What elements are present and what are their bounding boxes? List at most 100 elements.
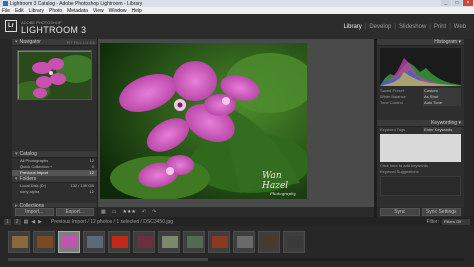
keywording-title: Keywording [430, 120, 458, 126]
filmstrip-thumbnail[interactable] [133, 231, 155, 253]
menu-view[interactable]: View [93, 8, 104, 14]
filmstrip-thumbnail[interactable] [233, 231, 255, 253]
thumbnail-image [287, 236, 303, 248]
library-toolbar: ▦ ▭ ★★★ ↶ ↷ [98, 207, 374, 217]
menu-edit[interactable]: Edit [15, 8, 24, 14]
module-web[interactable]: Web [454, 24, 466, 30]
left-panel: ▾ Navigator FIT FILL 1:1 3:1 ▾ Catalog All… [12, 39, 97, 217]
menu-help[interactable]: Help [131, 8, 141, 14]
left-panel-edge[interactable] [0, 39, 12, 217]
lightroom-logo: Lr [5, 20, 17, 32]
keyword-tags-label: Keyword Tags [380, 127, 406, 132]
thumbnail-image [87, 236, 103, 248]
histogram-title: Histogram [434, 39, 458, 45]
grid-view-icon[interactable]: ▦ [24, 219, 29, 225]
filmstrip-thumbnail[interactable] [258, 231, 280, 253]
import-button[interactable]: Import... [15, 208, 54, 216]
module-separator: | [394, 24, 396, 30]
navigator-thumbnail [18, 51, 91, 99]
navigator-preview[interactable] [17, 50, 92, 100]
watermark-subtitle: Photography [270, 191, 296, 196]
brand-title: LIGHTROOM 3 [21, 25, 87, 35]
minimize-button[interactable]: _ [441, 0, 451, 6]
filmstrip-thumbnail[interactable] [183, 231, 205, 253]
lightroom-app-icon [3, 1, 8, 6]
thumbnail-image [62, 236, 78, 248]
menu-photo[interactable]: Photo [49, 8, 62, 14]
keyword-entry-area[interactable] [380, 134, 461, 162]
module-separator: | [429, 24, 431, 30]
window-title: Lightroom 3 Catalog - Adobe Photoshop Li… [10, 0, 143, 7]
menu-file[interactable]: File [2, 8, 10, 14]
menu-library[interactable]: Library [29, 8, 44, 14]
thumbnail-image [37, 236, 53, 248]
folders-header[interactable]: ▾ Folders [12, 176, 97, 183]
histogram-header[interactable]: Histogram ▾ [377, 39, 464, 46]
collapse-triangle-icon: ▾ [458, 120, 461, 126]
keyword-suggestions-box[interactable] [380, 176, 461, 196]
histogram-graph [380, 48, 461, 86]
catalog-header[interactable]: ▾ Catalog [12, 151, 97, 158]
left-panel-spacer [12, 104, 97, 151]
filmstrip-scrollbar[interactable] [8, 258, 464, 261]
filmstrip-thumbnail[interactable] [83, 231, 105, 253]
page-1-button[interactable]: 1 [4, 218, 11, 225]
keyword-tags-select[interactable]: Enter Keywords [423, 127, 461, 133]
filter-label: Filter: [426, 218, 440, 225]
module-separator: | [364, 24, 367, 30]
thumbnail-image [137, 236, 153, 248]
sync-button[interactable]: Sync [380, 208, 420, 216]
filmstrip-thumbnail[interactable] [33, 231, 55, 253]
folder-row-label: sony alpha [20, 189, 40, 194]
module-develop[interactable]: Develop [369, 24, 391, 30]
module-separator: | [449, 24, 451, 30]
filmstrip-thumbnail[interactable] [58, 231, 80, 253]
source-path[interactable]: Previous Import / 12 photos / 1 selected… [51, 219, 173, 225]
filter-select[interactable]: Filters Off [442, 218, 470, 225]
left-panel-spacer [12, 195, 97, 203]
histogram-row-value[interactable]: Auto Tone [423, 100, 461, 106]
filmstrip-thumbnail[interactable] [158, 231, 180, 253]
thumbnail-image [262, 236, 278, 248]
maximize-button[interactable]: □ [452, 0, 462, 6]
module-library[interactable]: Library [343, 24, 361, 30]
filmstrip-thumbnail[interactable] [283, 231, 305, 253]
right-panel-edge[interactable] [464, 39, 474, 217]
rotate-right-icon[interactable]: ↷ [152, 209, 156, 215]
rotate-left-icon[interactable]: ↶ [142, 209, 146, 215]
module-slideshow[interactable]: Slideshow [399, 24, 426, 30]
filmstrip-thumbnail[interactable] [208, 231, 230, 253]
filmstrip-thumbnail[interactable] [108, 231, 130, 253]
loupe-view-icon[interactable]: ▭ [112, 209, 117, 215]
watermark-name: Wan Hazel [262, 171, 289, 191]
sync-settings-button[interactable]: Sync Settings [421, 208, 461, 216]
filmstrip-scroll-thumb[interactable] [8, 258, 208, 261]
collapse-triangle-icon: ▾ [15, 176, 18, 182]
back-arrow-icon[interactable]: ◀ [31, 219, 35, 225]
main-photo[interactable]: Wan Hazel Photography [100, 43, 307, 199]
thumbnail-image [112, 236, 128, 248]
filmstrip-thumbnail[interactable] [8, 231, 30, 253]
identity-plate: Lr ADOBE PHOTOSHOP LIGHTROOM 3 Library |… [0, 14, 474, 40]
collapse-triangle-icon: ▾ [15, 151, 18, 157]
module-print[interactable]: Print [434, 24, 446, 30]
page-2-button[interactable]: 2 [13, 218, 21, 225]
menu-metadata[interactable]: Metadata [67, 8, 88, 14]
keywording-header[interactable]: Keywording ▾ [377, 120, 464, 127]
loupe-view[interactable]: Wan Hazel Photography [98, 39, 374, 207]
menu-window[interactable]: Window [109, 8, 127, 14]
star-rating[interactable]: ★★★ [122, 209, 135, 215]
filmstrip[interactable] [0, 226, 474, 267]
filmstrip-bar: 1 2 ▦ ◀ ▶ Previous Import / 12 photos / … [0, 217, 474, 226]
grid-view-icon[interactable]: ▦ [101, 209, 106, 215]
right-panel-spacer [377, 106, 464, 120]
navigator-header[interactable]: ▾ Navigator FIT FILL 1:1 3:1 [12, 39, 97, 46]
export-button[interactable]: Export... [55, 208, 94, 216]
navigator-zoom-options[interactable]: FIT FILL 1:1 3:1 [67, 39, 95, 46]
window-controls: _ □ × [441, 0, 473, 7]
folder-row-count: 12 [89, 189, 94, 194]
close-button[interactable]: × [463, 0, 473, 6]
forward-arrow-icon[interactable]: ▶ [38, 219, 42, 225]
collapse-triangle-icon: ▾ [458, 39, 461, 45]
right-panel-buttons: Sync Sync Settings [377, 207, 464, 217]
